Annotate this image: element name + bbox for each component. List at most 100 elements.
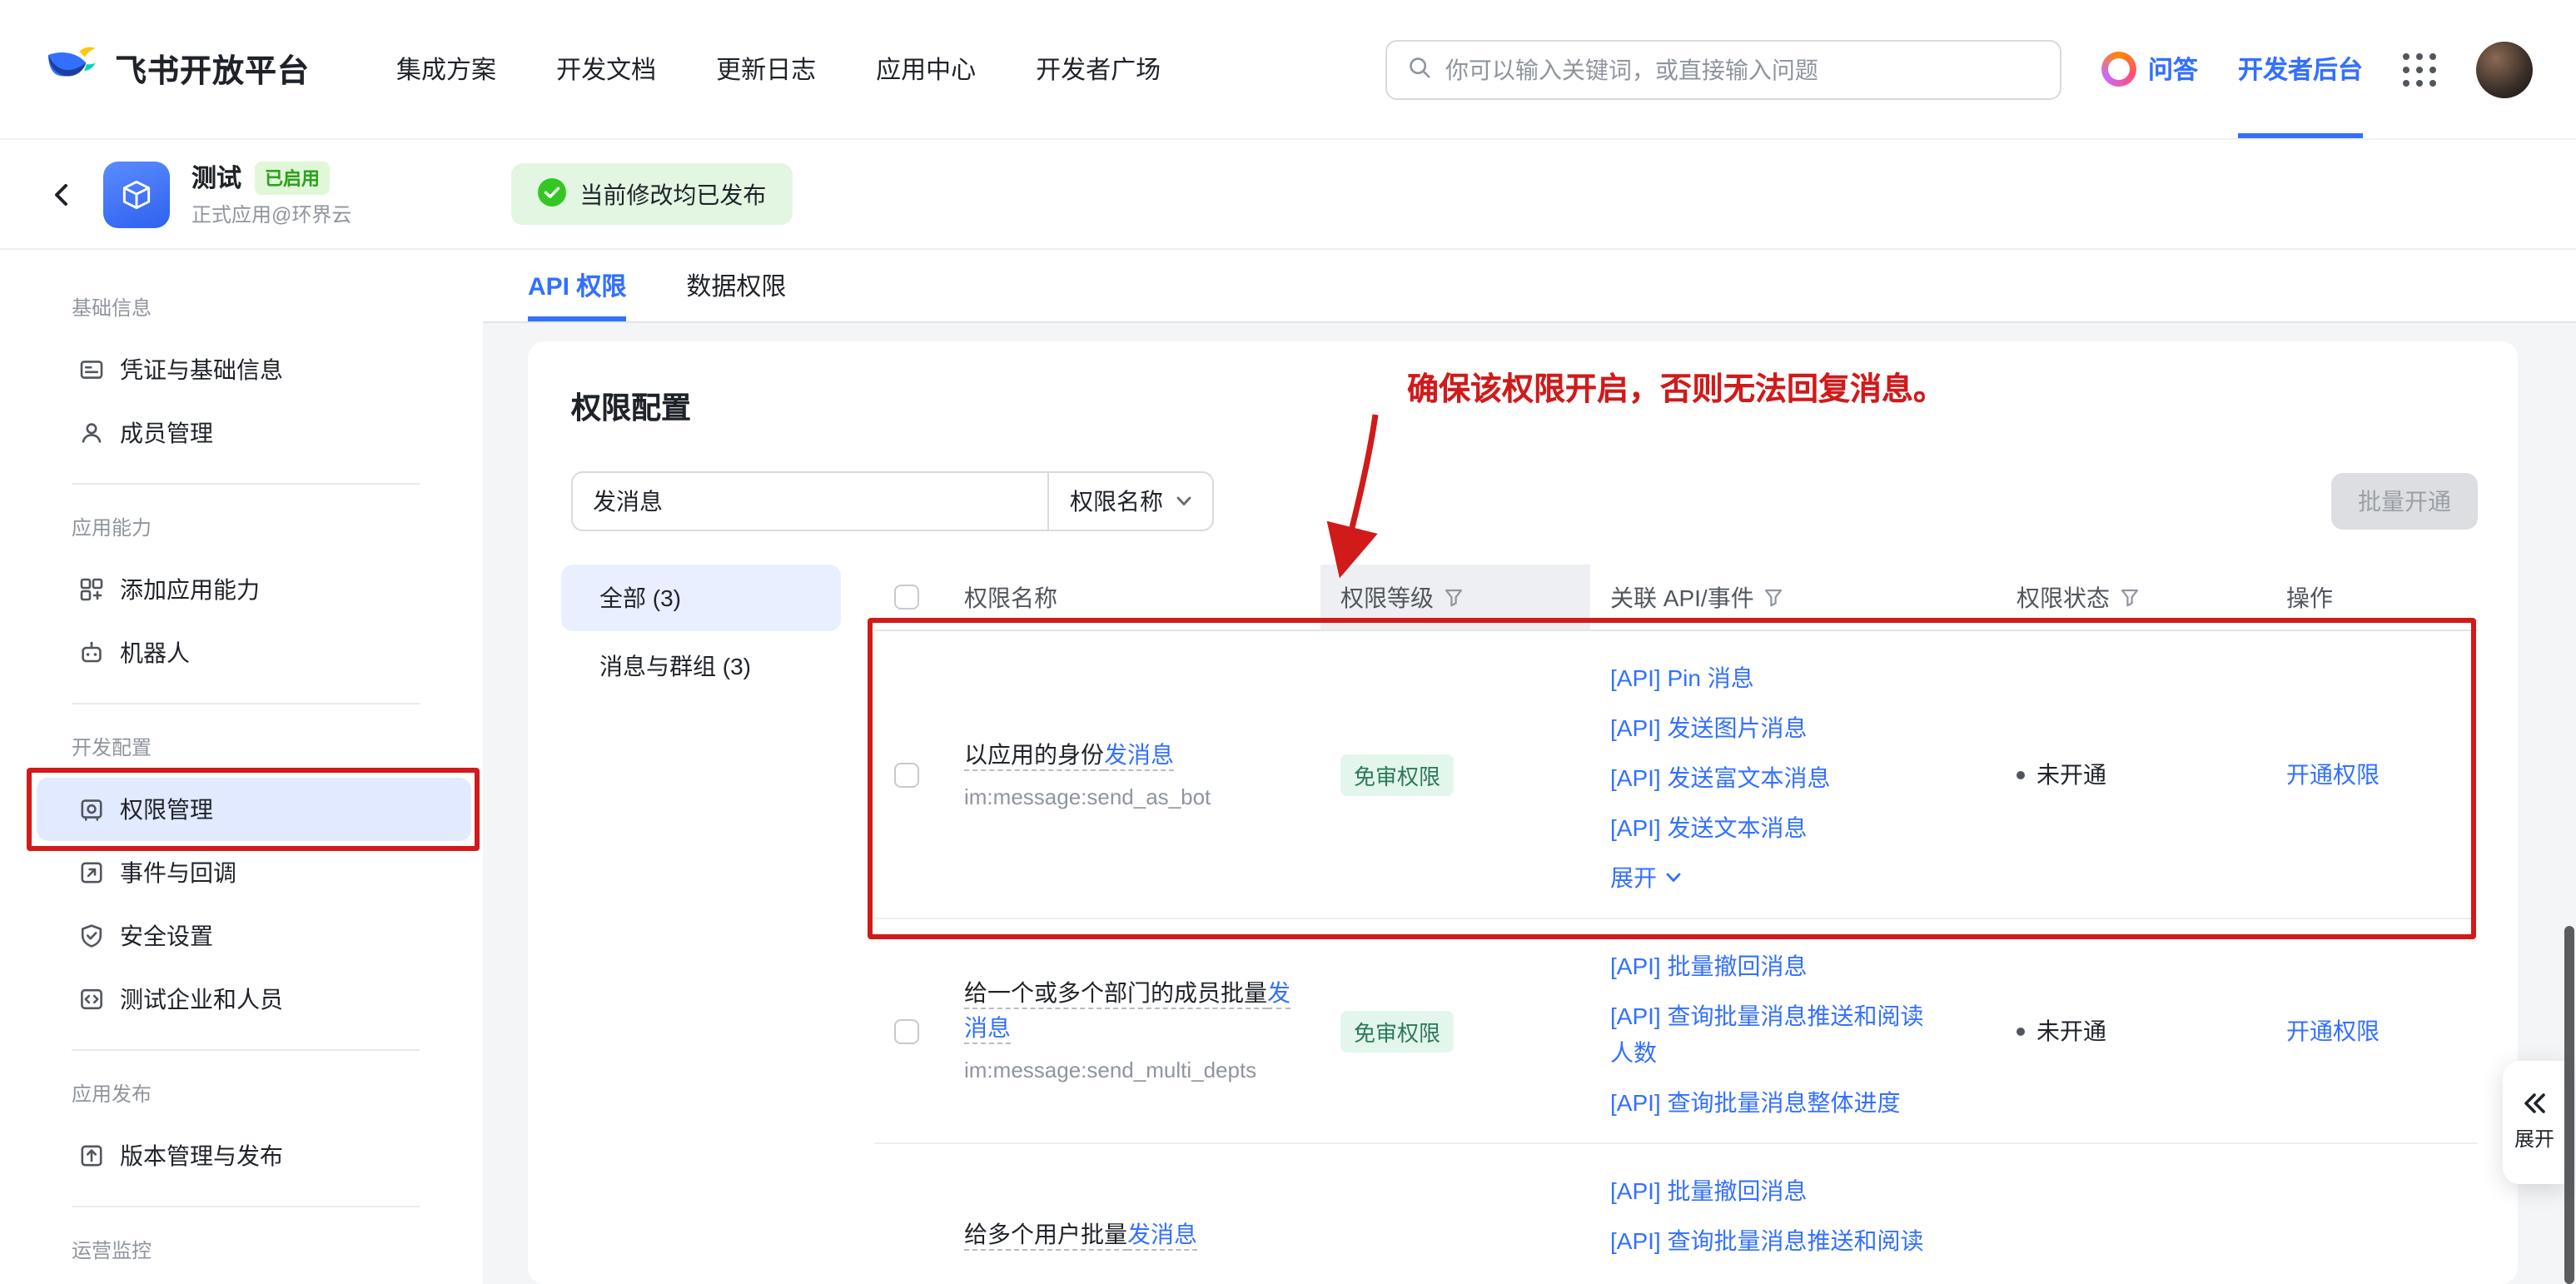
sidebar-item-members[interactable]: 成员管理 [37,401,471,465]
api-link[interactable]: [API] 发送文本消息 [1610,803,1807,853]
global-search[interactable] [1385,39,2061,99]
row-checkbox[interactable] [894,762,919,787]
permission-search[interactable] [573,473,1047,530]
back-button[interactable] [43,176,80,212]
enable-permission-link[interactable]: 开通权限 [2286,758,2380,791]
search-icon [1407,54,1432,84]
safe-icon [78,796,105,823]
api-link[interactable]: [API] 批量撤回消息 [1610,1166,1807,1216]
permission-name-cell: 给一个或多个部门的成员批量发消息 im:message:send_multi_d… [941,919,1320,1142]
page: 飞书开放平台 集成方案 开发文档 更新日志 应用中心 开发者广场 问答 开发者后… [0,0,2576,1284]
sidebar-section-release: 应用发布 [0,1069,483,1116]
nav-item-integration[interactable]: 集成方案 [396,52,496,87]
sidebar-item-bot[interactable]: 机器人 [37,621,471,684]
sidebar-item-credentials[interactable]: 凭证与基础信息 [37,338,471,401]
api-link[interactable]: [API] Pin 消息 [1610,653,1754,703]
sidebar-item-version-release[interactable]: 版本管理与发布 [37,1124,471,1187]
grid-plus-icon [78,576,105,603]
top-nav: 飞书开放平台 集成方案 开发文档 更新日志 应用中心 开发者广场 问答 开发者后… [0,0,2576,140]
brand[interactable]: 飞书开放平台 [43,38,310,100]
app-meta: 测试 已启用 正式应用@环界云 [191,160,351,228]
permission-search-input[interactable] [593,488,1027,515]
sidebar-item-permissions[interactable]: 权限管理 [37,778,471,841]
status-dot [2017,1027,2025,1035]
api-link[interactable]: [API] 批量撤回消息 [1610,941,1807,991]
apps-grid-icon[interactable] [2403,52,2436,86]
api-link[interactable]: [API] 查询批量消息推送和阅读人数 [1610,991,1947,1077]
expand-panel-button[interactable]: 展开 [2503,1061,2566,1184]
nav-item-devplaza[interactable]: 开发者广场 [1036,52,1161,87]
top-nav-menu: 集成方案 开发文档 更新日志 应用中心 开发者广场 [396,52,1161,87]
status-badge: 已启用 [255,161,330,194]
header-permission-name: 权限名称 [941,565,1320,630]
annotation-text: 确保该权限开启，否则无法回复消息。 [1407,365,1945,410]
permission-search-group: 权限名称 [571,471,1214,531]
select-all-checkbox[interactable] [894,585,919,610]
tab-data-permission[interactable]: 数据权限 [686,250,786,321]
code-box-icon [78,986,105,1013]
permission-tabs: API 权限 数据权限 [483,250,2576,323]
table-row: 以应用的身份发消息 im:message:send_as_bot 免审权限 [A… [874,631,2478,919]
permission-code: im:message:send_as_bot [964,782,1294,812]
expand-apis-link[interactable]: 展开 [1610,853,1682,903]
chevron-down-icon [1175,493,1191,510]
api-link[interactable]: [API] 查询批量消息整体进度 [1610,1077,1900,1127]
category-all[interactable]: 全部 (3) [561,565,841,631]
sidebar-item-label: 添加应用能力 [120,573,260,606]
search-field-label: 权限名称 [1070,485,1163,518]
sidebar-item-add-capability[interactable]: 添加应用能力 [37,558,471,621]
batch-enable-button[interactable]: 批量开通 [2331,473,2478,530]
double-chevron-left-icon [2523,1092,2546,1114]
permission-name[interactable]: 给多个用户批量发消息 [964,1217,1197,1252]
check-circle-icon [538,177,566,211]
divider [72,1049,420,1051]
sidebar-item-test-org[interactable]: 测试企业和人员 [37,968,471,1031]
filter-funnel-icon[interactable] [1764,587,1784,607]
filter-funnel-icon[interactable] [2120,587,2140,607]
api-link[interactable]: [API] 查询批量消息推送和阅读 [1610,1216,1923,1266]
sidebar-item-label: 成员管理 [120,416,213,450]
divider [72,703,420,704]
sidebar-item-label: 凭证与基础信息 [120,353,283,386]
table-row: 给多个用户批量发消息 [API] 批量撤回消息 [API] 查询批量消息推送和阅… [874,1144,2478,1284]
search-field-select[interactable]: 权限名称 [1047,473,1212,530]
chevron-down-icon [1665,869,1682,886]
level-badge: 免审权限 [1340,1010,1454,1052]
related-api-cell: [API] 批量撤回消息 [API] 查询批量消息推送和阅读人数 [API] 查… [1590,919,1997,1142]
avatar[interactable] [2476,41,2533,97]
permission-name[interactable]: 以应用的身份发消息 [964,737,1174,772]
event-callback-icon [78,859,105,886]
sidebar-item-events[interactable]: 事件与回调 [37,841,471,904]
feishu-logo-icon [43,38,100,100]
sidebar-item-label: 版本管理与发布 [120,1139,283,1172]
brand-name: 飞书开放平台 [115,47,310,92]
api-link[interactable]: [API] 发送图片消息 [1610,703,1807,753]
id-card-icon [78,356,105,383]
qa-icon [2101,52,2136,87]
row-checkbox[interactable] [894,1018,919,1043]
developer-console-link[interactable]: 开发者后台 [2238,0,2363,138]
level-badge: 免审权限 [1340,754,1454,795]
tab-api-permission[interactable]: API 权限 [528,250,626,321]
qa-label: 问答 [2148,52,2198,87]
sidebar: 基础信息 凭证与基础信息 成员管理 应用能力 添加应用能力 机器人 开发配置 [0,250,483,1284]
sidebar-item-label: 安全设置 [120,919,213,953]
nav-item-appcenter[interactable]: 应用中心 [876,52,976,87]
table-row: 给一个或多个部门的成员批量发消息 im:message:send_multi_d… [874,919,2478,1144]
nav-item-changelog[interactable]: 更新日志 [716,52,816,87]
api-link[interactable]: [API] 发送富文本消息 [1610,753,1830,803]
page-scrollbar-thumb[interactable] [2564,926,2574,1284]
permission-name[interactable]: 给一个或多个部门的成员批量发消息 [964,976,1294,1046]
filter-funnel-icon[interactable] [1444,587,1464,607]
app-header-bar: 测试 已启用 正式应用@环界云 当前修改均已发布 [0,140,2576,250]
nav-item-docs[interactable]: 开发文档 [556,52,656,87]
qa-link[interactable]: 问答 [2101,52,2198,87]
app-subtitle: 正式应用@环界云 [191,200,351,228]
global-search-input[interactable] [1445,56,2040,82]
enable-permission-link[interactable]: 开通权限 [2286,1014,2380,1048]
category-message-group[interactable]: 消息与群组 (3) [561,633,841,699]
sidebar-item-security[interactable]: 安全设置 [37,904,471,968]
user-icon [78,420,105,446]
header-action: 操作 [2266,565,2478,630]
status-cell: 未开通 [1997,631,2266,918]
